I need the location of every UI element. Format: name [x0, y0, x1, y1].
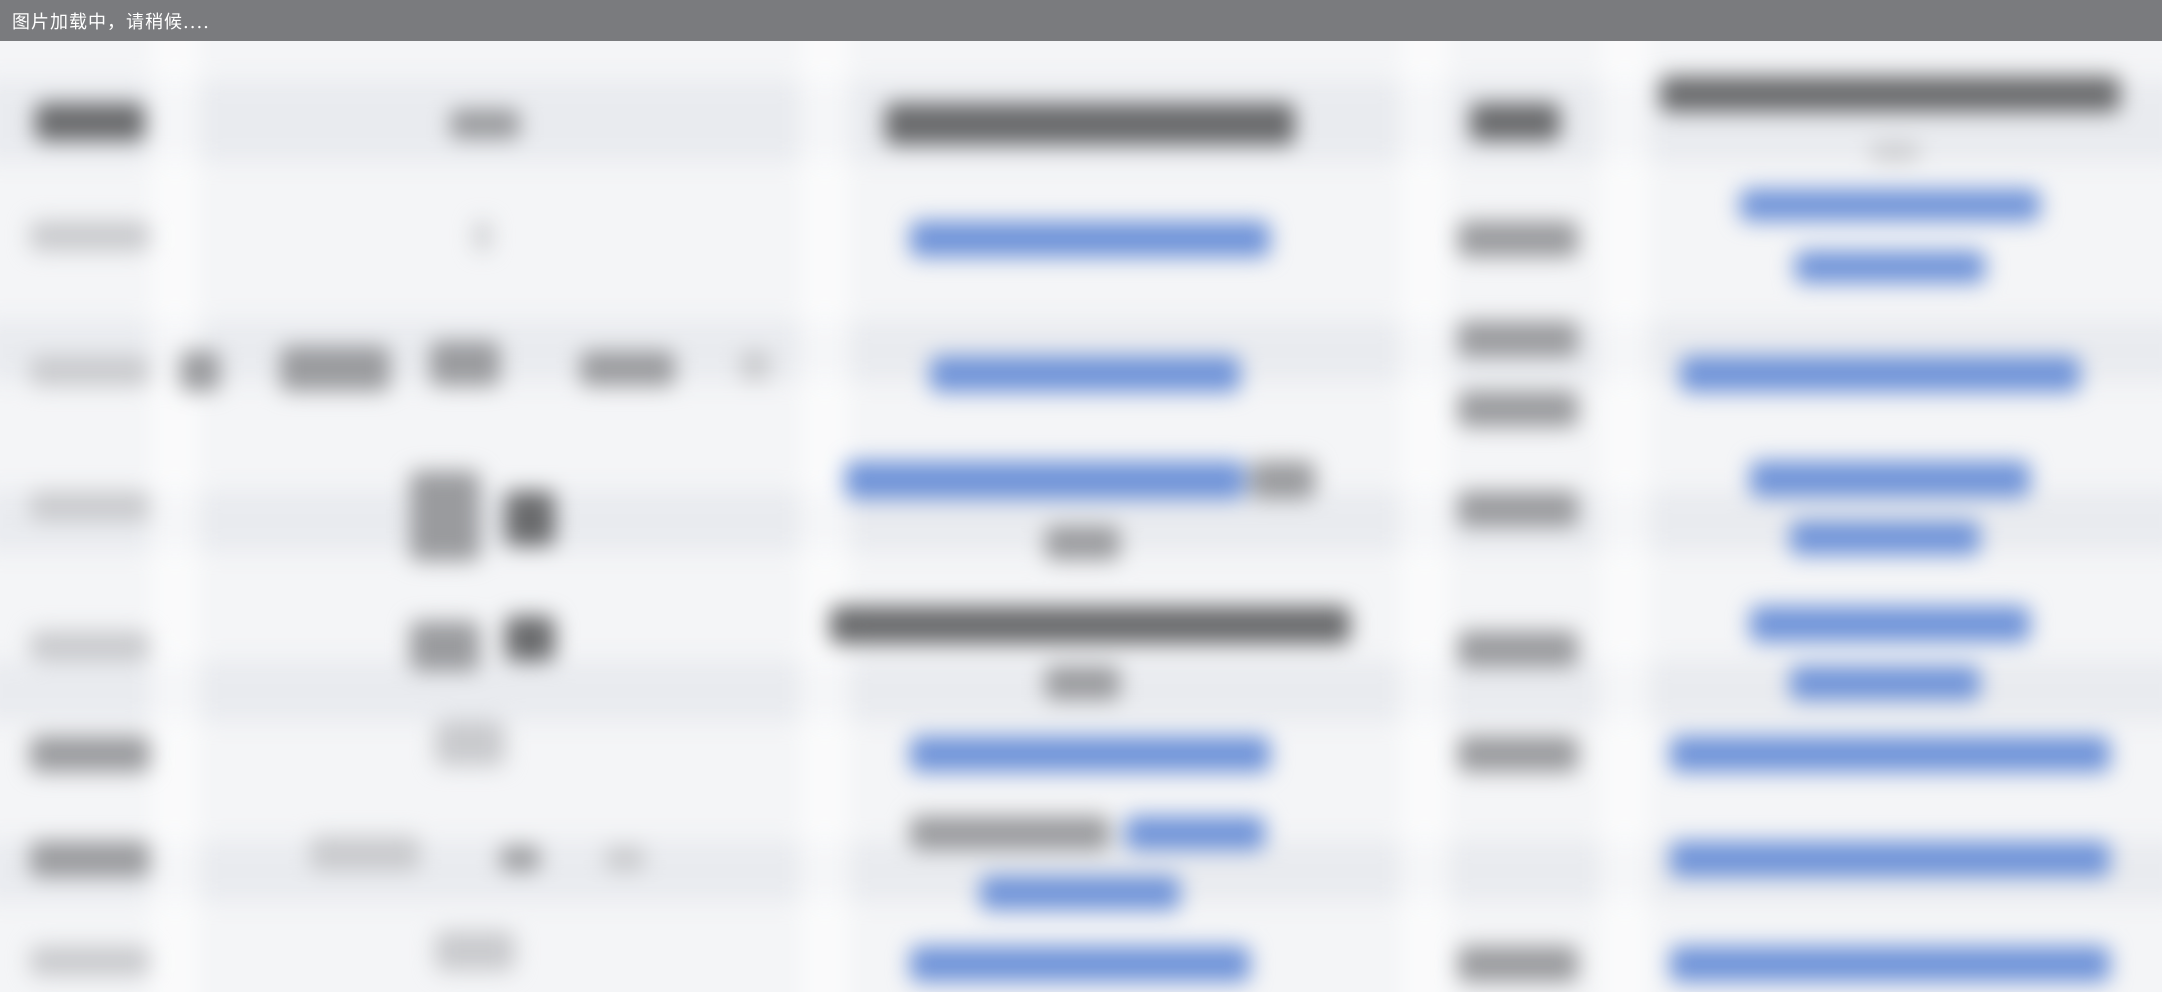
cell-blob — [30, 491, 150, 521]
image-blob — [500, 846, 540, 871]
link-blob — [1790, 521, 1980, 555]
link-blob — [1750, 461, 2030, 497]
loading-message: 图片加载中，请稍候.... — [12, 11, 210, 33]
cell-blob — [30, 841, 150, 877]
cell-blob — [1045, 526, 1120, 560]
cell-blob — [30, 221, 150, 251]
link-blob — [1750, 606, 2030, 642]
link-blob — [1795, 251, 1985, 283]
cell-blob — [1458, 321, 1578, 357]
text-blob — [830, 606, 1350, 644]
column-divider — [800, 41, 850, 992]
image-blob — [435, 931, 515, 971]
link-blob — [910, 221, 1270, 257]
link-blob — [930, 356, 1240, 392]
cell-blob — [30, 356, 150, 386]
link-blob — [980, 876, 1180, 910]
cell-blob — [1458, 491, 1578, 527]
image-blob — [580, 351, 675, 386]
image-blob — [435, 721, 505, 766]
header-cell-blob — [450, 109, 520, 139]
link-blob — [845, 461, 1245, 499]
link-blob — [910, 946, 1250, 982]
cell-blob — [1458, 391, 1578, 427]
header-cell-blob — [885, 103, 1295, 145]
header-cell-blob — [1870, 143, 1920, 161]
image-blob — [605, 846, 645, 871]
cell-blob — [475, 221, 490, 251]
link-blob — [1680, 356, 2080, 392]
cell-blob — [30, 736, 150, 772]
cell-blob — [1458, 631, 1578, 667]
image-blob — [430, 341, 500, 386]
link-blob — [1790, 666, 1980, 700]
blurred-image-area — [0, 41, 2162, 992]
image-blob — [410, 621, 480, 671]
header-cell-blob — [1660, 76, 2120, 112]
text-blob — [910, 816, 1110, 850]
cell-blob — [30, 946, 150, 976]
blurred-table-preview — [0, 41, 2162, 992]
link-blob — [1670, 736, 2110, 772]
column-divider — [150, 41, 200, 992]
header-cell-blob — [35, 103, 145, 141]
link-blob — [1125, 816, 1265, 850]
link-blob — [1670, 946, 2110, 982]
cell-blob — [1045, 666, 1120, 700]
cell-blob — [1250, 461, 1315, 499]
image-blob — [410, 471, 480, 561]
header-cell-blob — [1470, 103, 1560, 141]
image-blob — [740, 351, 770, 381]
cell-blob — [1458, 946, 1578, 982]
link-blob — [1670, 841, 2110, 877]
link-blob — [910, 736, 1270, 772]
image-blob — [505, 491, 555, 546]
image-blob — [180, 351, 220, 391]
cell-blob — [1458, 221, 1578, 257]
column-divider — [1400, 41, 1450, 992]
link-blob — [1740, 189, 2040, 221]
cell-blob — [30, 631, 150, 661]
image-blob — [505, 616, 555, 661]
loading-bar: 图片加载中，请稍候.... — [0, 0, 2162, 41]
cell-blob — [1458, 736, 1578, 772]
image-blob — [280, 346, 390, 391]
column-divider — [1600, 41, 1650, 992]
image-blob — [310, 836, 420, 871]
